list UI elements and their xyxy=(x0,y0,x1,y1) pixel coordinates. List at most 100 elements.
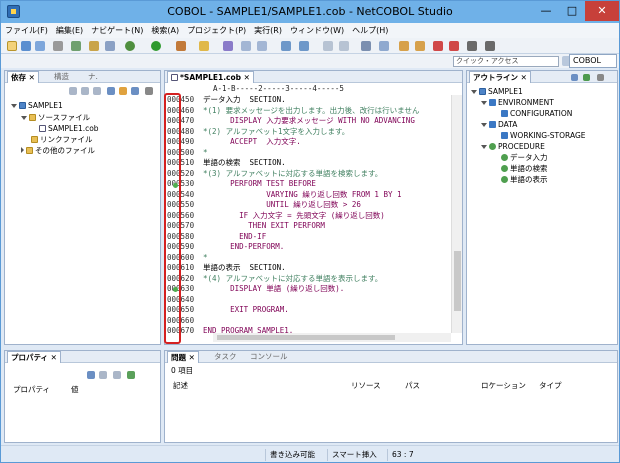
outline-item-configuration[interactable]: CONFIGURATION xyxy=(501,109,572,119)
tab-outline[interactable]: アウトライン ✕ xyxy=(469,71,531,83)
cobol-perspective-button[interactable]: COBOL xyxy=(569,54,617,68)
code-line[interactable]: 000600 * xyxy=(165,253,451,264)
menu-search[interactable]: 検索(A) xyxy=(147,23,183,37)
code-line[interactable]: 000460 *(1) 要求メッセージを出力します。出力後、改行は行いません xyxy=(165,106,451,117)
code-line[interactable]: 000610 単語の表示 SECTION. xyxy=(165,263,451,274)
tree-item-other-files[interactable]: その他のファイル xyxy=(21,146,95,156)
redo-icon[interactable] xyxy=(415,41,425,51)
restore-icon[interactable] xyxy=(127,371,135,379)
code-editor[interactable]: *SAMPLE1.cob ✕ A-1-B-----2-----3-----4--… xyxy=(164,70,463,345)
outline-item-procedure[interactable]: PROCEDURE xyxy=(481,142,545,152)
save-icon[interactable] xyxy=(21,41,31,51)
hide-fields-icon[interactable] xyxy=(583,74,590,81)
close-button[interactable]: ✕ xyxy=(585,1,619,21)
menu-file[interactable]: ファイル(F) xyxy=(1,23,52,37)
paste-icon[interactable] xyxy=(339,41,349,51)
filter-icon[interactable] xyxy=(131,87,139,95)
code-line[interactable]: 000510 単語の検索 SECTION. xyxy=(165,158,451,169)
horizontal-scrollbar[interactable] xyxy=(213,333,451,342)
save-all-icon[interactable] xyxy=(35,41,45,51)
files-icon[interactable] xyxy=(379,41,389,51)
code-line[interactable]: 000480 *(2) アルファベット1文字を入力します。 xyxy=(165,127,451,138)
outline-item-sample1[interactable]: SAMPLE1 xyxy=(471,87,523,97)
resume-icon[interactable] xyxy=(485,41,495,51)
outline-item-word-display[interactable]: 単語の表示 xyxy=(501,175,548,185)
back-icon[interactable] xyxy=(281,41,291,51)
minimize-button[interactable]: — xyxy=(533,1,559,21)
outline-item-working-storage[interactable]: WORKING-STORAGE xyxy=(501,131,586,141)
col-path[interactable]: パス xyxy=(405,381,420,391)
undo-icon[interactable] xyxy=(399,41,409,51)
menu-navigate[interactable]: ナビゲート(N) xyxy=(87,23,147,37)
tab-sample1-cob[interactable]: *SAMPLE1.cob ✕ xyxy=(167,71,254,83)
new-icon[interactable] xyxy=(7,41,17,51)
code-line[interactable]: 000580 END-IF xyxy=(165,232,451,243)
tab-problems[interactable]: 問題 ✕ xyxy=(167,351,199,363)
code-line[interactable]: 000590 END-PERFORM. xyxy=(165,242,451,253)
menu-help[interactable]: ヘルプ(H) xyxy=(348,23,392,37)
advanced-icon[interactable] xyxy=(99,371,107,379)
tab-properties[interactable]: プロパティ ✕ xyxy=(7,351,61,363)
col-type[interactable]: タイプ xyxy=(539,381,562,391)
vertical-scroll-thumb[interactable] xyxy=(454,251,461,311)
code-line[interactable]: 000630 DISPLAY 単語 (繰り返し回数). xyxy=(165,284,451,295)
tab-dependency[interactable]: 依存 ✕ xyxy=(7,71,39,83)
terminate-icon[interactable] xyxy=(467,41,477,51)
maximize-button[interactable]: □ xyxy=(559,1,585,21)
copy-icon[interactable] xyxy=(323,41,333,51)
menu-project[interactable]: プロジェクト(P) xyxy=(183,23,250,37)
filter-icon[interactable] xyxy=(113,371,121,379)
code-line[interactable]: 000530 PERFORM TEST BEFORE xyxy=(165,179,451,190)
annotation-icon[interactable] xyxy=(223,41,233,51)
link-editor-icon[interactable] xyxy=(119,87,127,95)
tree-item-source-files[interactable]: ソースファイル xyxy=(21,113,90,123)
code-line[interactable]: 000490 ACCEPT 入力文字. xyxy=(165,137,451,148)
search-icon[interactable] xyxy=(199,41,209,51)
code-line[interactable]: 000560 IF 入力文字 = 先頭文字 (繰り返し回数) xyxy=(165,211,451,222)
outline-item-data[interactable]: DATA xyxy=(481,120,517,130)
code-line[interactable]: 000520 *(3) アルファベットに対応する単語を検索します。 xyxy=(165,169,451,180)
build-icon[interactable] xyxy=(71,41,81,51)
menu-window[interactable]: ウィンドウ(W) xyxy=(286,23,348,37)
outline-item-environment[interactable]: ENVIRONMENT xyxy=(481,98,554,108)
outline-item-data-input[interactable]: データ入力 xyxy=(501,153,548,163)
horizontal-scroll-thumb[interactable] xyxy=(217,335,395,340)
external-tools-icon[interactable] xyxy=(176,41,186,51)
run-icon[interactable] xyxy=(151,41,161,51)
menu-run[interactable]: 実行(R) xyxy=(250,23,286,37)
tab-console[interactable]: コンソール xyxy=(247,351,291,363)
code-line[interactable]: 000650 EXIT PROGRAM. xyxy=(165,305,451,316)
view-menu-icon[interactable] xyxy=(597,74,604,81)
view-menu-icon[interactable] xyxy=(145,87,153,95)
col-resource[interactable]: リソース xyxy=(351,381,381,391)
code-line[interactable]: 000660 xyxy=(165,316,451,327)
forward-icon[interactable] xyxy=(299,41,309,51)
outline-icon[interactable] xyxy=(361,41,371,51)
tree-item-sample1-cob[interactable]: SAMPLE1.cob xyxy=(39,124,99,134)
collapse-all-icon[interactable] xyxy=(107,87,115,95)
col-location[interactable]: ロケーション xyxy=(481,381,526,391)
tab-tasks[interactable]: タスク xyxy=(211,351,240,363)
outline-item-word-search[interactable]: 単語の検索 xyxy=(501,164,548,174)
up-nav-icon[interactable] xyxy=(93,87,101,95)
code-line[interactable]: 000470 DISPLAY 入力要求メッセージ WITH NO ADVANCI… xyxy=(165,116,451,127)
menu-edit[interactable]: 編集(E) xyxy=(52,23,87,37)
stop-icon[interactable] xyxy=(433,41,443,51)
forward-nav-icon[interactable] xyxy=(81,87,89,95)
tree-item-project[interactable]: SAMPLE1 xyxy=(11,101,63,111)
vertical-scrollbar[interactable] xyxy=(451,95,462,333)
categories-icon[interactable] xyxy=(87,371,95,379)
quick-access-input[interactable]: クイック・アクセス xyxy=(453,56,559,67)
tab-navigator[interactable]: ナ. xyxy=(85,71,101,83)
browse-icon[interactable] xyxy=(105,41,115,51)
tree-item-link-files[interactable]: リンクファイル xyxy=(31,135,93,145)
code-line[interactable]: 000500 * xyxy=(165,148,451,159)
step-icon[interactable] xyxy=(449,41,459,51)
project-icon[interactable] xyxy=(89,41,99,51)
code-line[interactable]: 000570 THEN EXIT PERFORM xyxy=(165,221,451,232)
debug-icon[interactable] xyxy=(125,41,135,51)
col-description[interactable]: 記述 xyxy=(173,381,188,391)
code-line[interactable]: 000640 xyxy=(165,295,451,306)
code-line[interactable]: 000540 VARYING 繰り返し回数 FROM 1 BY 1 xyxy=(165,190,451,201)
next-icon[interactable] xyxy=(241,41,251,51)
